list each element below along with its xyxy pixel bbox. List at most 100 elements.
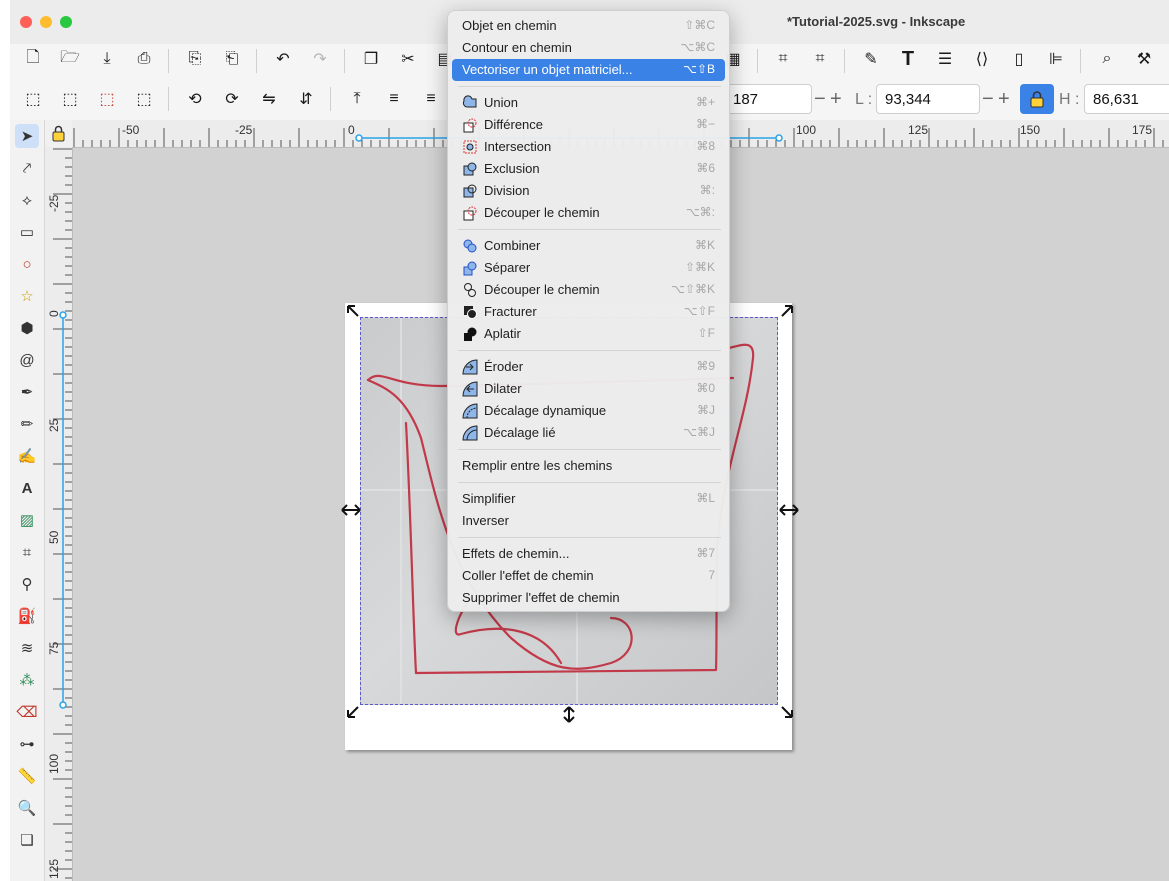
ruler-label: 100 [47, 753, 61, 774]
new-document-icon[interactable]: 🗋 [20, 46, 46, 72]
copy-icon[interactable]: ❐ [358, 46, 384, 72]
menu-separator [458, 350, 721, 351]
close-window-button[interactable] [20, 16, 32, 28]
rotate-ccw-icon[interactable]: ⟲ [182, 86, 208, 112]
paint-bucket-tool-icon[interactable]: ⛽ [15, 604, 39, 628]
lock-proportions-button[interactable] [1020, 84, 1054, 114]
lower-icon[interactable]: ≡ [418, 86, 444, 112]
menu-item-linked-offset[interactable]: Décalage lié ⌥⌘J [452, 422, 725, 444]
undo-icon[interactable]: ↶ [270, 46, 296, 72]
menu-separator [458, 229, 721, 230]
spray-tool-icon[interactable]: ⁂ [15, 668, 39, 692]
height-field[interactable]: 86,631 [1084, 84, 1169, 114]
menu-item-reverse[interactable]: Inverser [452, 510, 725, 532]
menu-item-fill-between-paths[interactable]: Remplir entre les chemins [452, 455, 725, 477]
export-icon[interactable]: ⎗ [219, 46, 245, 72]
open-file-icon[interactable]: 🗁 [57, 46, 83, 72]
align-distribute-icon[interactable]: ⊫ [1043, 46, 1069, 72]
print-icon[interactable]: ⎙ [131, 46, 157, 72]
document-properties-icon[interactable]: ⌕ [1094, 46, 1120, 72]
flip-horizontal-icon[interactable]: ⇋ [256, 86, 282, 112]
touch-select-icon[interactable]: ⬚ [131, 86, 157, 112]
cut-icon[interactable]: ✂ [395, 46, 421, 72]
pencil-tool-icon[interactable]: ✏ [15, 412, 39, 436]
minimize-window-button[interactable] [40, 16, 52, 28]
menu-item-combine[interactable]: Combiner ⌘K [452, 235, 725, 257]
width-increment-button[interactable]: + [998, 89, 1010, 109]
calligraphy-tool-icon[interactable]: ✍ [15, 444, 39, 468]
objects-icon[interactable]: ▯ [1006, 46, 1032, 72]
ungroup-icon[interactable]: ⌗ [807, 46, 833, 72]
tweak-tool-icon[interactable]: ⟡ [15, 188, 39, 212]
menu-item-inset[interactable]: Éroder ⌘9 [452, 356, 725, 378]
width-decrement-button[interactable]: − [982, 89, 994, 109]
menu-item-union[interactable]: Union ⌘+ [452, 92, 725, 114]
raise-icon[interactable]: ≡ [381, 86, 407, 112]
menu-item-trace-bitmap[interactable]: Vectoriser un objet matriciel... ⌥⇧B [452, 59, 725, 81]
raise-to-top-icon[interactable]: ⤒ [344, 86, 370, 112]
selector-tool-icon[interactable]: ➤ [15, 124, 39, 148]
star-tool-icon[interactable]: ☆ [15, 284, 39, 308]
menu-item-object-to-path[interactable]: Objet en chemin ⇧⌘C [452, 15, 725, 37]
menu-item-stroke-to-path[interactable]: Contour en chemin ⌥⌘C [452, 37, 725, 59]
spiral-tool-icon[interactable]: @ [15, 348, 39, 372]
preferences-icon[interactable]: ⚒ [1131, 46, 1157, 72]
width-label: L : [855, 91, 873, 108]
ellipse-tool-icon[interactable]: ○ [15, 252, 39, 276]
lock-icon [52, 125, 65, 142]
redo-icon[interactable]: ↷ [307, 46, 333, 72]
select-all-icon[interactable]: ⬚ [20, 86, 46, 112]
node-tool-icon[interactable]: ⤤ [15, 156, 39, 180]
pages-tool-icon[interactable]: ❏ [15, 828, 39, 852]
menu-item-dynamic-offset[interactable]: Décalage dynamique ⌘J [452, 400, 725, 422]
menu-item-division[interactable]: Division ⌘: [452, 180, 725, 202]
x-decrement-button[interactable]: − [814, 89, 826, 109]
xml-editor-icon[interactable]: ⟨⟩ [969, 46, 995, 72]
menu-item-intersection[interactable]: Intersection ⌘8 [452, 136, 725, 158]
menu-item-outset[interactable]: Dilater ⌘0 [452, 378, 725, 400]
dropper-tool-icon[interactable]: ⚲ [15, 572, 39, 596]
rectangle-tool-icon[interactable]: ▭ [15, 220, 39, 244]
select-all-layers-icon[interactable]: ⬚ [57, 86, 83, 112]
text-font-icon[interactable]: T [895, 46, 921, 72]
width-field[interactable]: 93,344 [876, 84, 980, 114]
measure-tool-icon[interactable]: 📏 [15, 764, 39, 788]
linked-offset-icon [462, 425, 478, 441]
ruler-corner-lock[interactable] [45, 120, 73, 148]
menu-item-fracture[interactable]: Fracturer ⌥⇧F [452, 301, 725, 323]
gradient-tool-icon[interactable]: ▨ [15, 508, 39, 532]
menu-item-simplify[interactable]: Simplifier ⌘L [452, 488, 725, 510]
x-coordinate-field[interactable]: 187 [724, 84, 812, 114]
group-icon[interactable]: ⌗ [770, 46, 796, 72]
menu-item-remove-path-effect[interactable]: Supprimer l'effet de chemin [452, 587, 725, 609]
tweak-objects-tool-icon[interactable]: ≋ [15, 636, 39, 660]
text-tool-icon[interactable]: A [15, 476, 39, 500]
vertical-ruler[interactable]: -25 0 25 50 75 100 125 [45, 147, 73, 881]
layers-icon[interactable]: ☰ [932, 46, 958, 72]
eraser-tool-icon[interactable]: ⌫ [15, 700, 39, 724]
separator [344, 49, 345, 73]
menu-item-difference[interactable]: Différence ⌘− [452, 114, 725, 136]
deselect-icon[interactable]: ⬚ [94, 86, 120, 112]
menu-item-paste-path-effect[interactable]: Coller l'effet de chemin 7 [452, 565, 725, 587]
combine-icon [463, 239, 477, 253]
flip-vertical-icon[interactable]: ⇵ [293, 86, 319, 112]
zoom-window-button[interactable] [60, 16, 72, 28]
rotate-cw-icon[interactable]: ⟳ [219, 86, 245, 112]
menu-item-break-apart[interactable]: Séparer ⇧⌘K [452, 257, 725, 279]
fill-stroke-icon[interactable]: ✎ [858, 46, 884, 72]
zoom-tool-icon[interactable]: 🔍 [15, 796, 39, 820]
menu-item-split-path[interactable]: Découper le chemin ⌥⇧⌘K [452, 279, 725, 301]
import-icon[interactable]: ⎘ [182, 46, 208, 72]
3d-box-tool-icon[interactable]: ⬢ [15, 316, 39, 340]
menu-item-path-effects[interactable]: Effets de chemin... ⌘7 [452, 543, 725, 565]
mesh-tool-icon[interactable]: ⌗ [15, 540, 39, 564]
menu-item-flatten[interactable]: Aplatir ⇧F [452, 323, 725, 345]
menu-item-exclusion[interactable]: Exclusion ⌘6 [452, 158, 725, 180]
save-icon[interactable]: ⤓ [94, 46, 120, 72]
pen-tool-icon[interactable]: ✒ [15, 380, 39, 404]
x-increment-button[interactable]: + [830, 89, 842, 109]
split-path-icon [464, 283, 476, 297]
menu-item-cut-path[interactable]: Découper le chemin ⌥⌘: [452, 202, 725, 224]
connector-tool-icon[interactable]: ⊶ [15, 732, 39, 756]
